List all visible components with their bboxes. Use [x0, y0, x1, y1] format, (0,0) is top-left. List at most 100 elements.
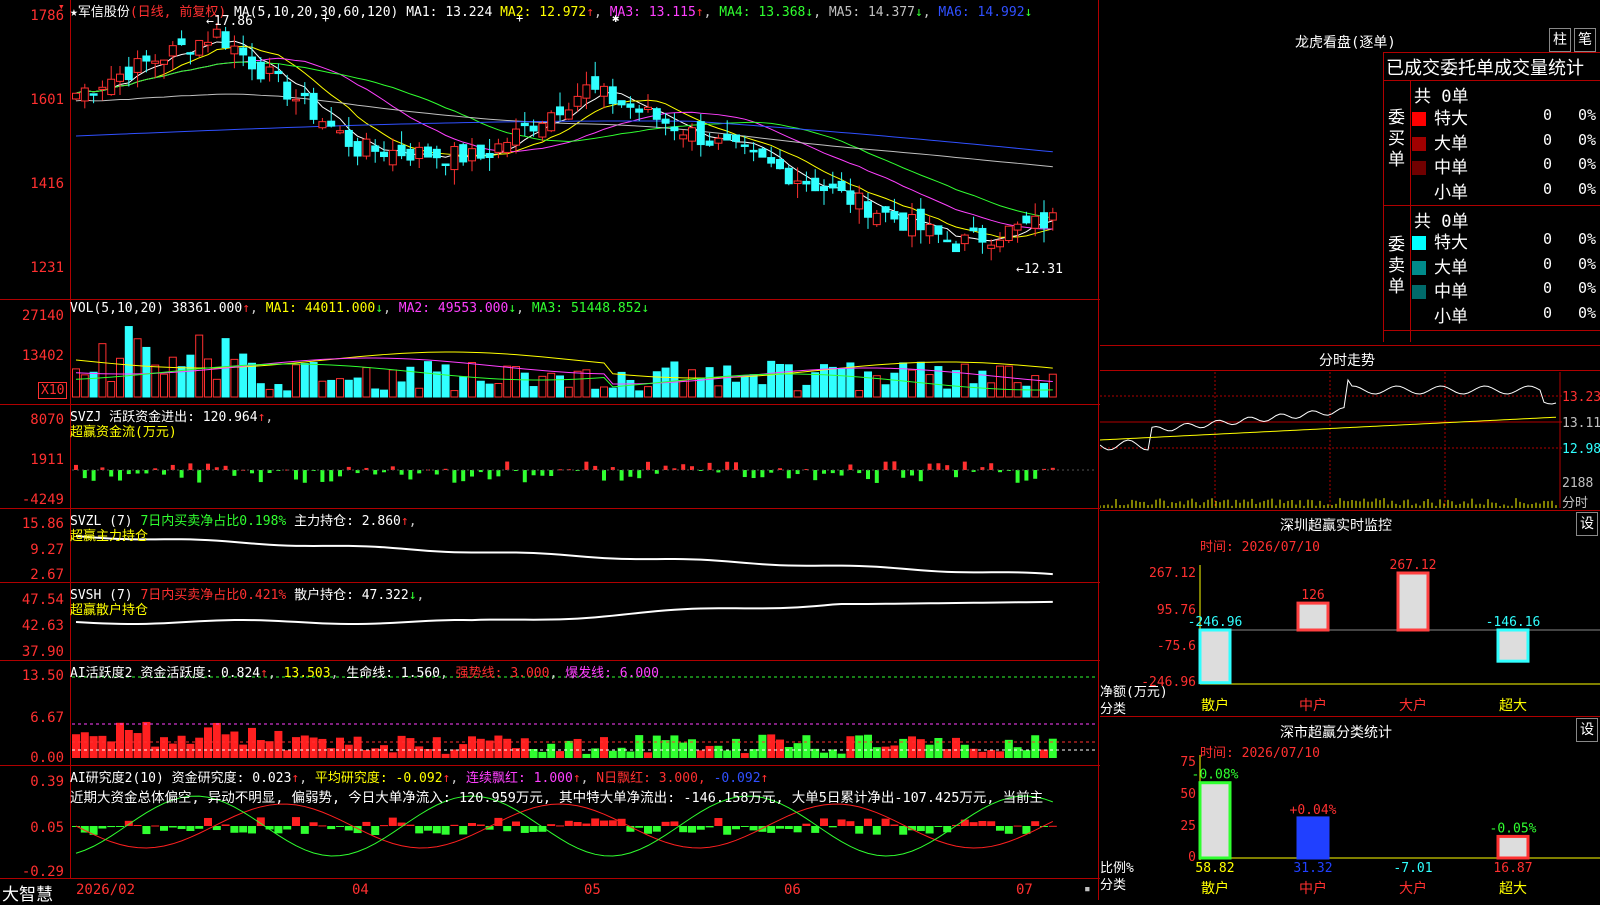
research-bar: [476, 824, 485, 826]
research-bar: [591, 818, 600, 826]
vol-name: VOL(5,10,20): [70, 301, 164, 316]
fund-flow-bar: [883, 461, 888, 470]
monitor-value: 267.12: [1390, 558, 1437, 573]
activity-bar: [864, 734, 872, 758]
research-bar: [274, 826, 283, 834]
activity-bar: [1022, 750, 1031, 758]
ma2-value: MA2: 12.972: [500, 5, 587, 20]
fund-flow-bar: [531, 470, 536, 476]
volume-bar: [732, 381, 740, 398]
candle-body: [635, 108, 644, 113]
activity-bar: [248, 727, 256, 758]
volume-bar: [705, 367, 714, 398]
candle-body: [758, 148, 767, 158]
activity-bar: [168, 743, 177, 758]
candle-body: [388, 149, 397, 166]
fund-flow-bar: [197, 470, 202, 483]
research-bar: [1048, 825, 1057, 827]
fund-flow-bar: [628, 470, 633, 477]
lock-icon[interactable]: ▪: [1084, 882, 1091, 895]
fund-flow-bar: [725, 461, 730, 470]
monitor-category: 超大: [1499, 698, 1527, 714]
candle-body: [371, 145, 380, 152]
research-bar: [890, 824, 899, 826]
candle-body: [670, 126, 679, 132]
date-label: 06: [784, 882, 801, 898]
activity-bar: [388, 752, 397, 758]
monitor-bar: [1198, 628, 1232, 685]
activity-bar: [432, 737, 441, 758]
research-bar: [732, 826, 740, 830]
svsh-sub: 超赢散户持仓: [70, 603, 149, 618]
menu-icon[interactable]: ▾: [58, 0, 65, 13]
activity-bar: [538, 751, 547, 758]
candle-body: [564, 109, 573, 120]
main-chart-area[interactable]: + + ✱ 1786 1601 1416 1231 ▾ ★军信股份(日线, 前复权)…: [0, 0, 1100, 905]
candle-body: [617, 100, 626, 106]
research-bar: [221, 824, 230, 826]
volume-bar: [591, 388, 600, 398]
volume-bar: [758, 384, 767, 398]
activity-bar: [626, 751, 635, 758]
activity-bar: [292, 737, 300, 758]
fund-flow-bar: [874, 470, 879, 483]
svsh-label2: 散户持仓: 47.322: [294, 588, 409, 603]
volume-bar: [828, 366, 837, 398]
research-bar: [432, 826, 441, 834]
research-bar: [204, 817, 212, 826]
fund-flow-bar: [681, 464, 686, 470]
volume-bar: [855, 390, 864, 398]
monitor-value: -246.96: [1188, 615, 1243, 630]
volume-bar: [538, 375, 547, 398]
activity-bar: [556, 751, 564, 758]
volume-bar: [362, 367, 371, 398]
fund-flow-bar: [619, 470, 624, 481]
fund-flow-bar: [408, 470, 413, 480]
fund-flow-bar: [989, 463, 994, 470]
activity-bar: [98, 735, 107, 758]
candle-body: [406, 148, 415, 161]
research-bar: [124, 820, 133, 826]
ai1-label: 资金活跃度: 0.824: [140, 666, 261, 681]
activity-bar: [837, 753, 846, 758]
date-label: 05: [584, 882, 601, 898]
candle-body: [160, 59, 168, 65]
candle-body: [626, 103, 635, 108]
monitor-category: 散户: [1201, 697, 1229, 714]
volume-bar: [160, 373, 168, 398]
research-bar: [424, 826, 432, 831]
ai1-axis-label: 0.00: [30, 750, 64, 766]
volume-bar: [388, 369, 397, 398]
fund-flow-bar: [1024, 470, 1029, 481]
stock-name[interactable]: 军信股份: [78, 5, 130, 20]
ma1-value: MA1: 13.224: [406, 5, 493, 20]
candle-body: [230, 45, 239, 55]
fund-flow-bar: [487, 470, 492, 480]
candle-body: [784, 167, 793, 185]
candle-body: [767, 157, 776, 164]
chart-canvas[interactable]: + + ✱: [0, 0, 1100, 900]
research-bar: [547, 824, 556, 826]
candle-body: [1040, 212, 1048, 229]
volume-bar: [960, 363, 969, 398]
research-bar: [1013, 825, 1022, 827]
research-bar: [996, 826, 1004, 831]
research-bar: [564, 820, 573, 826]
volume-bar: [186, 354, 195, 398]
candle-body: [292, 98, 300, 102]
volume-bar: [168, 356, 177, 398]
research-bar: [820, 818, 828, 826]
candle-body: [168, 45, 177, 57]
vol-ma3: MA3: 51448.852: [531, 301, 642, 316]
candle-body: [1004, 225, 1013, 241]
activity-bar: [802, 735, 811, 758]
volume-bar: [230, 358, 239, 398]
ai2-v2: 平均研究度: -0.092: [314, 771, 443, 786]
volume-bar: [195, 334, 204, 398]
candle-body: [380, 151, 388, 158]
research-bar: [186, 826, 195, 831]
fund-flow-bar: [663, 465, 668, 470]
volume-bar: [336, 378, 344, 398]
activity-bar: [142, 721, 151, 758]
fund-flow-bar: [82, 470, 87, 479]
